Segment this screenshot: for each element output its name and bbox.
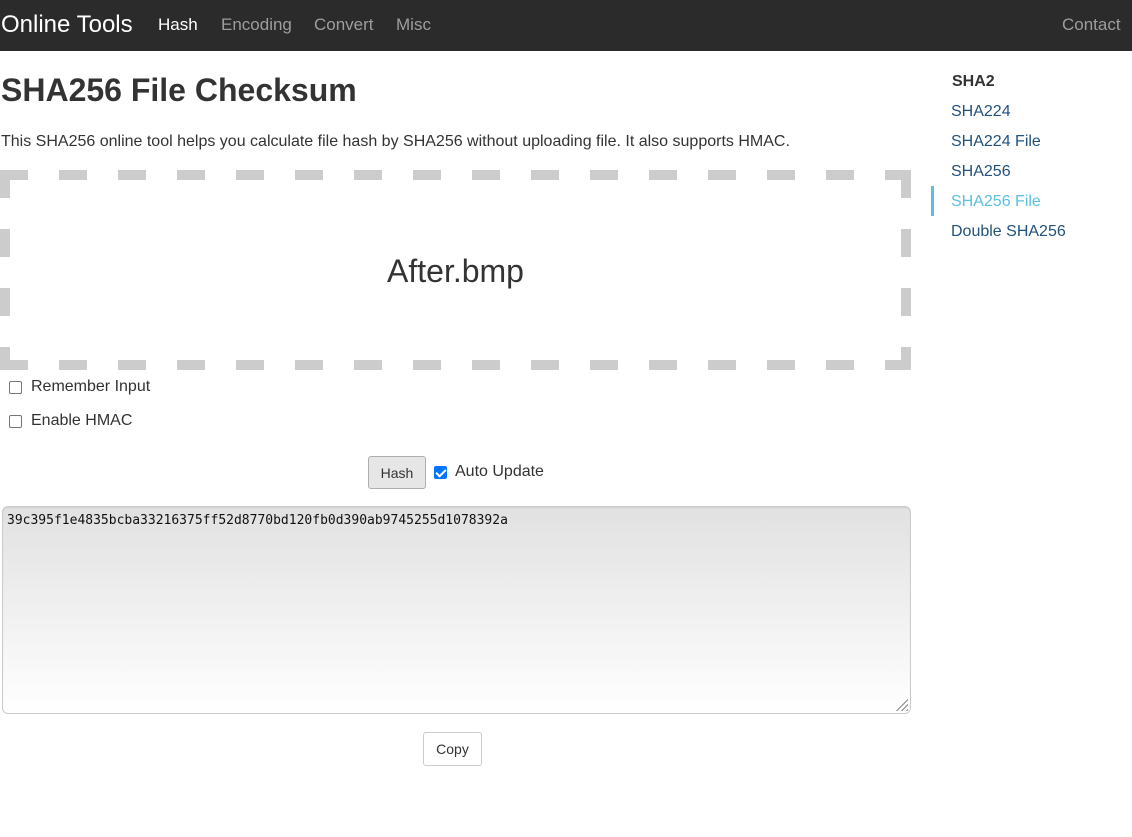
sidebar-active-marker (931, 186, 934, 216)
top-navbar: Online Tools Hash Encoding Convert Misc … (0, 0, 1132, 51)
nav-link-convert[interactable]: Convert (314, 15, 374, 35)
sidebar-item-sha256[interactable]: SHA256 (951, 162, 1011, 182)
remember-input-checkbox[interactable] (9, 380, 22, 394)
nav-link-hash[interactable]: Hash (158, 15, 198, 35)
auto-update-label: Auto Update (455, 463, 544, 480)
enable-hmac-checkbox[interactable] (9, 414, 22, 428)
enable-hmac-label: Enable HMAC (31, 412, 133, 429)
remember-input-option[interactable]: Remember Input (9, 378, 150, 396)
page-title: SHA256 File Checksum (1, 72, 357, 108)
nav-link-contact[interactable]: Contact (1062, 15, 1121, 35)
auto-update-option[interactable]: Auto Update (434, 463, 544, 481)
nav-link-encoding[interactable]: Encoding (221, 15, 292, 35)
sidebar-item-double-sha256[interactable]: Double SHA256 (951, 222, 1066, 242)
hash-button[interactable]: Hash (368, 456, 426, 489)
selected-file-name: After.bmp (387, 253, 524, 289)
copy-button[interactable]: Copy (423, 732, 482, 766)
tool-description: This SHA256 online tool helps you calcul… (1, 133, 790, 150)
sidebar-item-sha224-file[interactable]: SHA224 File (951, 132, 1041, 152)
brand-logo-text[interactable]: Online Tools (1, 11, 133, 39)
file-drop-zone[interactable]: After.bmp (0, 170, 911, 370)
sidebar-item-sha256-file[interactable]: SHA256 File (951, 192, 1041, 212)
sidebar-heading: SHA2 (952, 73, 995, 90)
auto-update-checkbox[interactable] (434, 465, 447, 479)
resize-grip-icon[interactable] (896, 699, 908, 711)
remember-input-label: Remember Input (31, 378, 151, 395)
hash-output-textarea[interactable]: 39c395f1e4835bcba33216375ff52d8770bd120f… (2, 506, 911, 714)
sidebar-item-sha224[interactable]: SHA224 (951, 102, 1011, 122)
nav-link-misc[interactable]: Misc (396, 15, 431, 35)
hash-output-value: 39c395f1e4835bcba33216375ff52d8770bd120f… (7, 513, 508, 528)
enable-hmac-option[interactable]: Enable HMAC (9, 412, 132, 430)
